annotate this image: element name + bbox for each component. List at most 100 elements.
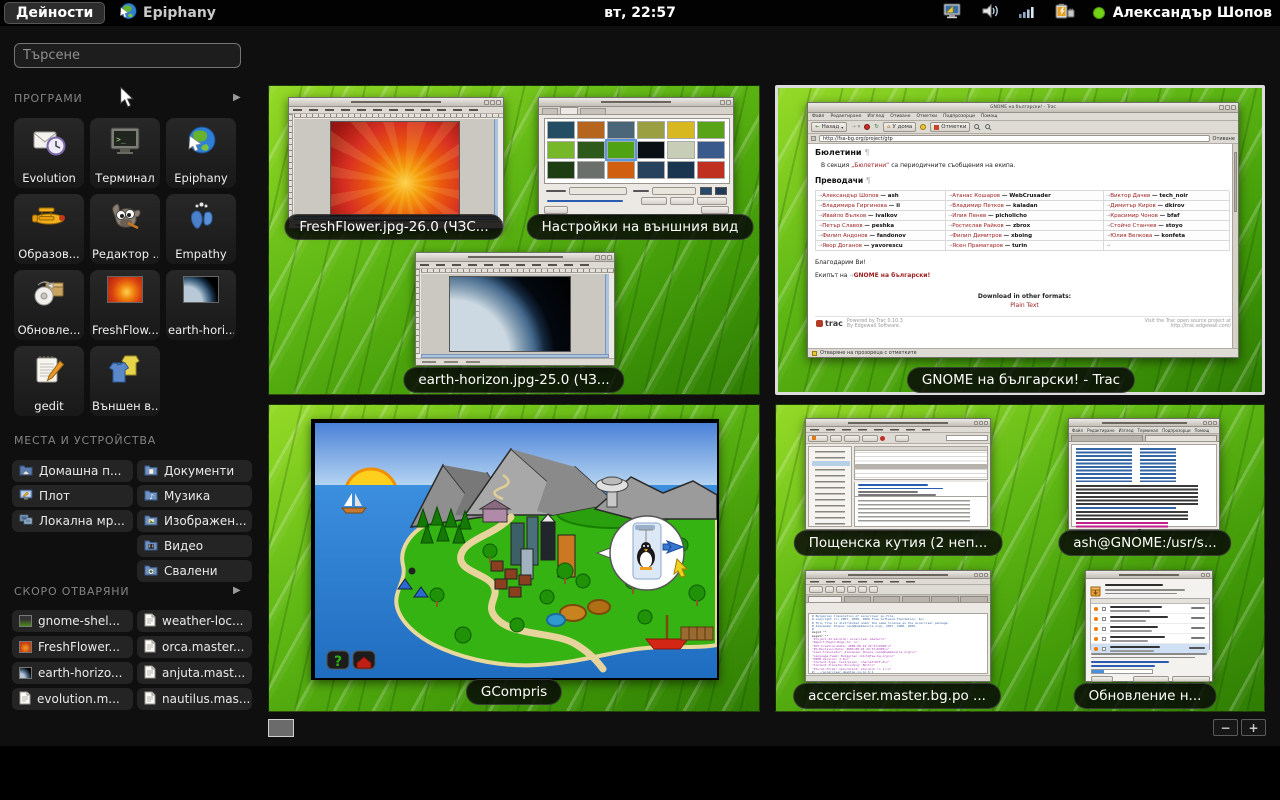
wallpaper-thumbnail[interactable] — [607, 121, 635, 139]
add-workspace-button[interactable]: + — [1241, 719, 1266, 736]
back-button[interactable]: ←Назад▾ — [811, 122, 847, 132]
get-more-backgrounds-link[interactable] — [547, 200, 623, 202]
battery-icon[interactable] — [1053, 3, 1075, 24]
gimp-vscrollbar[interactable] — [605, 274, 609, 354]
recent-item[interactable]: anjuta.mast... — [137, 662, 252, 684]
volume-icon[interactable] — [981, 3, 1000, 23]
place-documents[interactable]: Документи — [137, 460, 252, 482]
zoom-in-icon[interactable] — [974, 124, 981, 131]
appearance-button-1[interactable] — [641, 197, 667, 205]
team-link[interactable]: GNOME на български! — [854, 272, 931, 279]
place-music[interactable]: ♪ Музика — [137, 485, 252, 507]
menu-item[interactable]: Отметки — [917, 114, 938, 119]
recent-item[interactable]: FreshFlower... — [12, 636, 133, 658]
wallpaper-thumbnail[interactable] — [667, 161, 695, 179]
display-icon[interactable] — [943, 3, 963, 24]
app-tile-empathy[interactable]: Empathy — [166, 194, 236, 264]
wallpaper-thumbnail[interactable] — [607, 161, 635, 179]
install-updates-button[interactable] — [1172, 676, 1210, 683]
translator-link[interactable]: Петър Славов — [822, 223, 862, 229]
app-tile-evolution[interactable]: Evolution — [14, 118, 84, 188]
translator-link[interactable]: Ясен Праматаров — [952, 243, 1003, 249]
window-evolution-mail[interactable] — [805, 418, 991, 530]
recent-item[interactable]: weather-loc... — [137, 610, 252, 632]
reload-icon[interactable]: ↻ — [874, 124, 879, 130]
user-menu[interactable]: Александър Шопов — [1093, 5, 1272, 21]
activities-button[interactable]: Дейности — [4, 2, 105, 24]
home-button[interactable] — [353, 651, 375, 669]
page-scrollbar[interactable] — [1232, 144, 1238, 348]
workspace-indicator[interactable] — [268, 719, 294, 737]
info-link-2[interactable] — [1091, 665, 1155, 667]
zoom-out-icon[interactable] — [985, 124, 992, 131]
epiphany-menu-bar[interactable]: ФайлРедактиранеИзгледОтиванеОтметкиПодпр… — [808, 113, 1238, 121]
focused-app-menu[interactable]: Epiphany — [118, 0, 216, 26]
wallpaper-thumbnail[interactable] — [637, 161, 665, 179]
menu-item[interactable]: Подпрозорци — [943, 114, 975, 119]
updates-list[interactable] — [1090, 598, 1210, 650]
app-tile-gcompris[interactable]: Образов... — [14, 194, 84, 264]
wallpaper-thumbnail[interactable] — [577, 141, 605, 159]
menu-item[interactable]: Помощ — [981, 114, 998, 119]
translator-link[interactable]: Стойчо Станчев — [1110, 223, 1156, 229]
close-button[interactable] — [701, 206, 729, 214]
wallpaper-thumbnail[interactable] — [637, 141, 665, 159]
recent-item[interactable]: evolution.m... — [12, 688, 133, 710]
terminal-menu-bar[interactable]: ФайлРедактиранеИзгледТерминалПодпрозорци… — [1069, 427, 1219, 434]
app-tile-software-update[interactable]: Обновле... — [14, 270, 84, 340]
wallpaper-thumbnail[interactable] — [637, 121, 665, 139]
window-appearance-preferences[interactable] — [538, 97, 734, 215]
programs-expand-icon[interactable]: ▶ — [233, 92, 241, 103]
place-pictures[interactable]: Изображен... — [137, 510, 252, 532]
app-tile-freshflower-image[interactable]: FreshFlow... — [90, 270, 160, 340]
menu-item[interactable]: Помощ — [1195, 428, 1210, 433]
network-signal-icon[interactable] — [1018, 4, 1035, 23]
translator-link[interactable]: Димитър Киров — [1110, 203, 1156, 209]
translator-link[interactable]: Филип Димитров — [952, 233, 1002, 239]
recent-expand-icon[interactable]: ▶ — [233, 585, 241, 596]
translator-link[interactable]: Илия Пенев — [952, 213, 986, 219]
menu-item[interactable]: Файл — [1072, 428, 1083, 433]
bookmarks-button[interactable]: Отметки — [930, 122, 970, 132]
wallpaper-thumbnail[interactable] — [667, 141, 695, 159]
wallpaper-thumbnail[interactable] — [577, 161, 605, 179]
translator-link[interactable]: Виктор Дачев — [1110, 193, 1150, 199]
plain-text-link[interactable]: Plain Text — [815, 302, 1234, 309]
app-tile-gedit[interactable]: gedit — [14, 346, 84, 416]
menu-item[interactable]: Терминал — [1138, 428, 1159, 433]
wallpaper-thumbnail[interactable] — [697, 121, 725, 139]
app-tile-terminal[interactable]: >_ Терминал — [90, 118, 160, 188]
bulletins-link[interactable]: „Бюлетини“ — [851, 162, 889, 169]
window-gcompris[interactable]: ? — [311, 419, 719, 680]
translator-link[interactable]: Владимира Гиргинова — [822, 203, 887, 209]
menu-item[interactable]: Подпрозорци — [1162, 428, 1190, 433]
gimp-vscrollbar[interactable] — [494, 119, 498, 216]
help-button[interactable] — [1091, 676, 1113, 683]
appearance-button-3[interactable] — [697, 197, 727, 205]
url-field[interactable]: http://fsa-bg.org/project/gtp — [819, 135, 1210, 142]
selected-message-row[interactable] — [855, 464, 987, 469]
remove-workspace-button[interactable]: − — [1213, 719, 1238, 736]
window-gedit-accerciser[interactable]: # Bulgarian translation of accerciser po… — [805, 570, 991, 682]
place-local-network[interactable]: Локална мр... — [12, 510, 133, 532]
window-terminal[interactable]: ФайлРедактиранеИзгледТерминалПодпрозорци… — [1068, 418, 1220, 530]
menu-item[interactable]: Изглед — [867, 114, 884, 119]
trac-url-link[interactable]: http://trac.edgewall.com/ — [1170, 324, 1231, 329]
terminal-tabs[interactable] — [1069, 434, 1219, 442]
window-gimp-earth-horizon[interactable] — [415, 252, 615, 366]
menu-item[interactable]: Редактиране — [1087, 428, 1115, 433]
style-dropdown[interactable] — [569, 187, 627, 195]
forward-button[interactable]: → ▾ — [851, 124, 860, 130]
wallpaper-thumbnail[interactable] — [547, 161, 575, 179]
recent-item[interactable]: nautilus.mas... — [137, 688, 252, 710]
help-button[interactable]: ? — [327, 651, 349, 670]
wallpaper-thumbnail[interactable] — [697, 141, 725, 159]
stop-icon[interactable] — [864, 124, 870, 130]
recent-item[interactable]: earth-horizo... — [12, 662, 133, 684]
window-gimp-freshflower[interactable] — [288, 97, 504, 229]
search-input[interactable] — [14, 43, 241, 68]
window-epiphany-trac[interactable]: GNOME на български! - Trac ФайлРедактира… — [807, 102, 1239, 358]
translator-link[interactable]: Красимир Чонов — [1110, 213, 1158, 219]
translator-link[interactable]: Филип Андонов — [822, 233, 867, 239]
wallpaper-thumbnail[interactable] — [547, 121, 575, 139]
